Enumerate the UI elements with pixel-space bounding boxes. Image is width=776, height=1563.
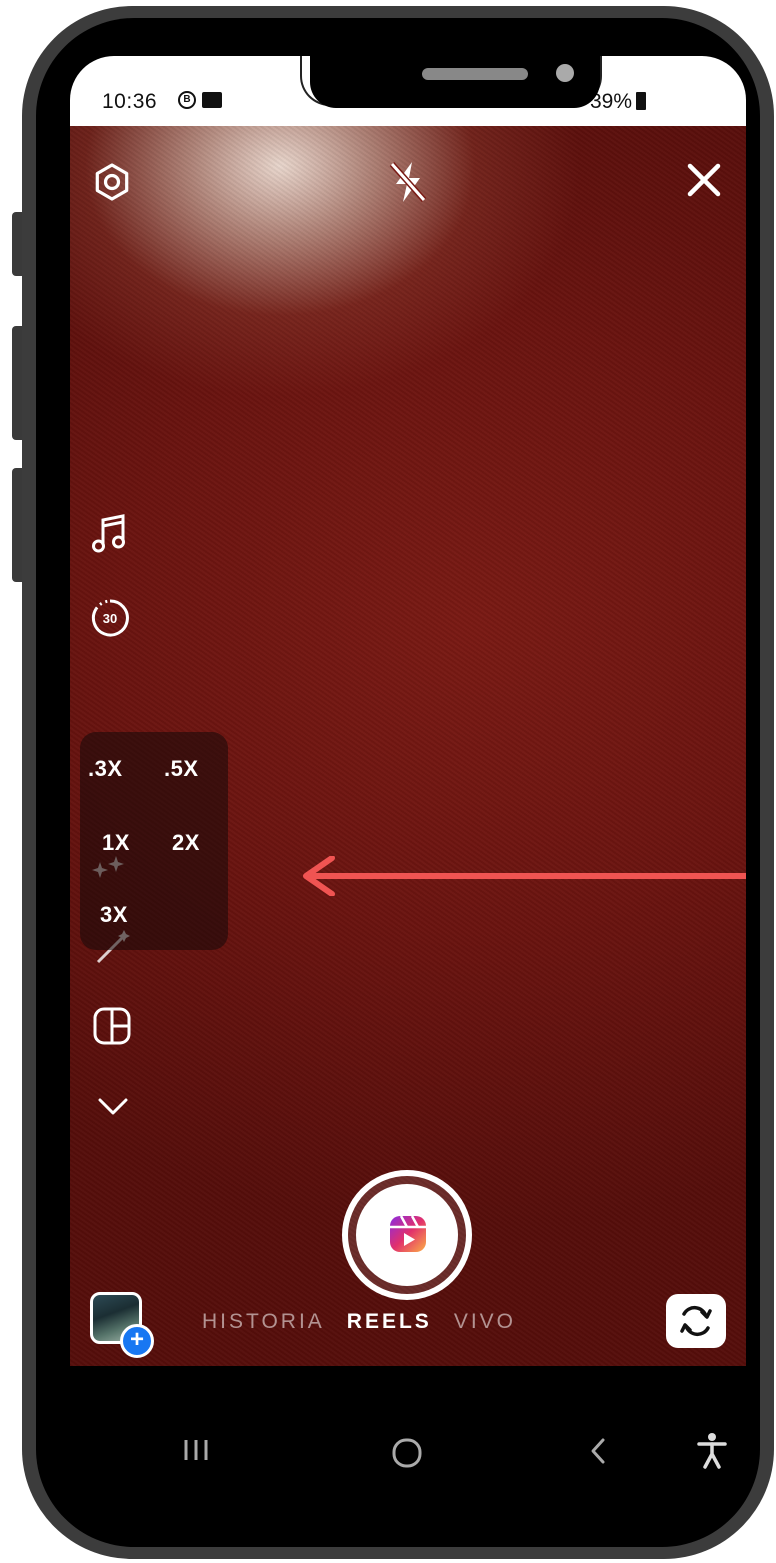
mode-bar: + HISTORIA REELS VIVO: [70, 1282, 746, 1366]
zoom-option-1x[interactable]: 1X: [102, 830, 130, 856]
flip-camera-icon: [680, 1305, 712, 1337]
flash-off-icon[interactable]: [386, 158, 430, 206]
gear-icon[interactable]: [92, 162, 132, 202]
zoom-selector-panel: .3X .5X 1X 2X 3X: [80, 732, 228, 950]
mode-selector: HISTORIA REELS VIVO: [202, 1310, 516, 1334]
layout-grid-icon[interactable]: [92, 1006, 132, 1046]
chevron-down-icon[interactable]: [96, 1094, 130, 1118]
timer-label: 30: [103, 611, 117, 626]
add-badge[interactable]: +: [120, 1324, 154, 1358]
home-icon[interactable]: [390, 1436, 424, 1470]
zoom-option-0.3x[interactable]: .3X: [88, 756, 123, 782]
mode-reels[interactable]: REELS: [347, 1310, 432, 1334]
front-camera-dot: [556, 64, 574, 82]
camera-viewfinder[interactable]: 30 .3X .5X 1X 2X 3X: [70, 126, 746, 1366]
timer-icon[interactable]: 30: [88, 596, 132, 640]
reels-icon: [390, 1215, 426, 1252]
earpiece-speaker: [422, 68, 528, 80]
accessibility-icon[interactable]: [696, 1432, 728, 1470]
record-button[interactable]: [342, 1170, 472, 1300]
notch: [310, 56, 600, 108]
zoom-option-0.5x[interactable]: .5X: [164, 756, 199, 782]
b-badge-icon: B: [178, 91, 196, 109]
zoom-option-2x[interactable]: 2X: [172, 830, 200, 856]
system-nav-bar: [70, 1366, 746, 1506]
gallery-icon: [202, 92, 222, 108]
music-note-icon[interactable]: [90, 512, 130, 556]
shutter-inner: [356, 1184, 458, 1286]
status-time: 10:36: [102, 90, 158, 113]
flip-camera-button[interactable]: [666, 1294, 726, 1348]
annotation-arrow: [303, 856, 746, 896]
zoom-option-3x[interactable]: 3X: [100, 902, 128, 928]
recent-apps-icon[interactable]: [182, 1438, 210, 1462]
status-battery: 39%: [590, 90, 646, 114]
phone-screen: 10:36 B 39% 30 .3X .5X 1X 2X 3X + HISTOR…: [70, 56, 746, 1506]
mode-historia[interactable]: HISTORIA: [202, 1310, 325, 1334]
back-icon[interactable]: [588, 1436, 608, 1466]
close-icon[interactable]: [682, 158, 726, 202]
mode-vivo[interactable]: VIVO: [454, 1310, 516, 1334]
battery-icon: [636, 92, 646, 110]
status-left-icons: B: [178, 91, 222, 109]
